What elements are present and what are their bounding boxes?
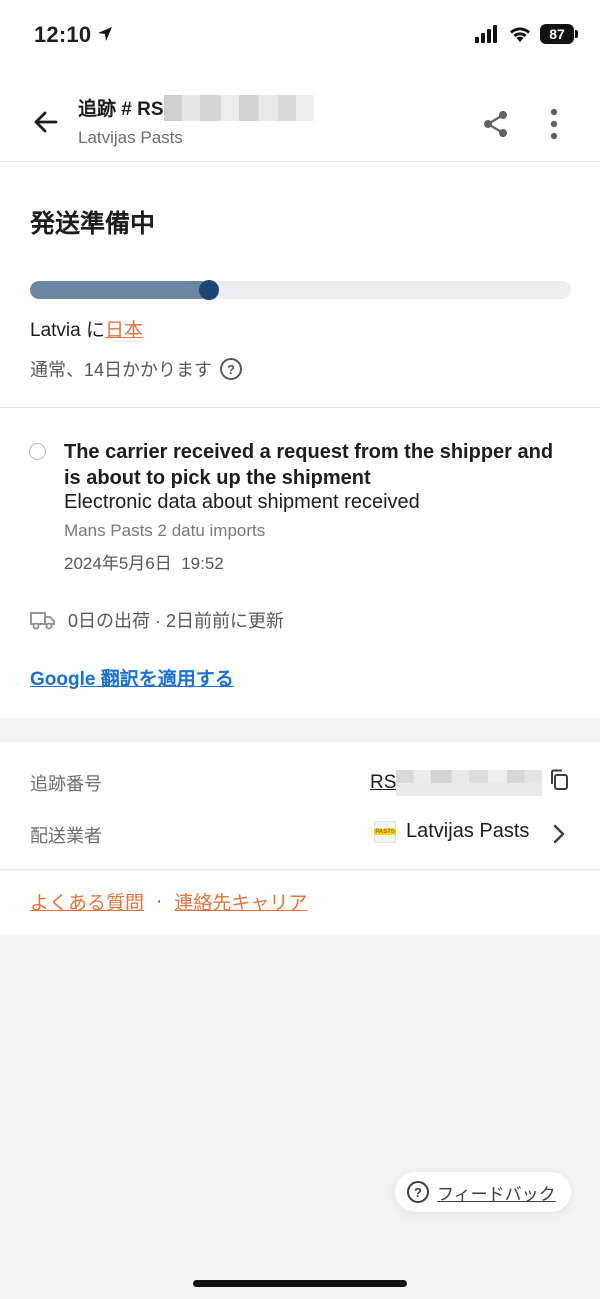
battery-level: 87 bbox=[549, 26, 565, 42]
copy-button[interactable] bbox=[548, 768, 572, 794]
help-links: よくある質問 · 連絡先キャリア bbox=[30, 888, 307, 915]
share-button[interactable] bbox=[476, 104, 516, 144]
shipment-info-section: 追跡番号 RS 配送業者 PASTS Latvijas Pasts bbox=[0, 742, 600, 870]
redacted-tracking-number bbox=[396, 770, 543, 796]
more-vertical-icon bbox=[550, 108, 558, 140]
eta-text: 通常、14日かかります bbox=[30, 360, 213, 380]
carrier-label: 配送業者 bbox=[30, 826, 102, 846]
event-description: Electronic data about shipment received bbox=[64, 491, 420, 513]
carrier-link[interactable]: PASTS Latvijas Pasts bbox=[374, 820, 529, 843]
event-time: 19:52 bbox=[181, 554, 224, 573]
faq-link[interactable]: よくある質問 bbox=[30, 888, 144, 915]
shipment-status-section: 発送準備中 Latvia に日本 通常、14日かかります ? bbox=[0, 162, 600, 408]
back-button[interactable] bbox=[28, 104, 64, 140]
transit-text: 0日の出荷 · 2日前前に更新 bbox=[68, 611, 285, 631]
shipment-status: 発送準備中 bbox=[30, 210, 156, 238]
arrow-left-icon bbox=[34, 111, 58, 133]
carrier-name: Latvijas Pasts bbox=[406, 820, 530, 842]
redacted-tracking-number bbox=[163, 94, 314, 121]
status-indicators: 87 bbox=[474, 24, 578, 44]
chevron-right-icon[interactable] bbox=[552, 824, 566, 844]
status-bar: 12:10 87 bbox=[0, 0, 600, 72]
share-icon bbox=[484, 111, 507, 137]
tracking-events-section: The carrier received a request from the … bbox=[0, 408, 600, 718]
eta-row: 通常、14日かかります ? bbox=[30, 356, 243, 382]
more-options-button[interactable] bbox=[534, 104, 574, 144]
app-screen: 12:10 87 追跡 # RS Latvijas Pasts 発送準備中 La… bbox=[0, 0, 600, 1299]
event-datetime: 2024年5月6日 19:52 bbox=[64, 549, 224, 574]
copy-icon bbox=[551, 769, 568, 790]
battery-indicator: 87 bbox=[540, 24, 578, 44]
tracking-number-label: 追跡番号 bbox=[30, 774, 102, 794]
contact-carrier-link[interactable]: 連絡先キャリア bbox=[174, 888, 307, 915]
location-arrow-icon bbox=[98, 27, 112, 41]
progress-bar bbox=[30, 280, 571, 300]
tracking-number-value[interactable]: RS bbox=[370, 770, 543, 796]
cellular-signal-icon bbox=[475, 25, 497, 43]
transit-info: 0日の出荷 · 2日前前に更新 bbox=[30, 607, 284, 633]
carrier-logo: PASTS bbox=[374, 820, 396, 843]
truck-icon bbox=[30, 612, 55, 630]
origin-country: Latvia bbox=[30, 320, 81, 341]
home-indicator bbox=[193, 1280, 407, 1287]
progress-fill bbox=[30, 281, 209, 299]
translate-link[interactable]: Google 翻訳を適用する bbox=[30, 664, 234, 691]
event-date: 2024年5月6日 bbox=[64, 554, 172, 573]
timeline-dot bbox=[29, 443, 46, 460]
status-time: 12:10 bbox=[34, 22, 92, 47]
tracking-number-prefix: RS bbox=[370, 772, 397, 793]
destination-link[interactable]: 日本 bbox=[105, 320, 143, 341]
help-icon: ? bbox=[407, 1181, 429, 1203]
route-connector: に bbox=[80, 320, 105, 341]
carrier-subtitle: Latvijas Pasts bbox=[78, 128, 183, 147]
help-links-section: よくある質問 · 連絡先キャリア bbox=[0, 871, 600, 935]
event-location: Mans Pasts 2 datu imports bbox=[64, 521, 266, 540]
tracking-title: 追跡 # RS bbox=[78, 99, 164, 120]
feedback-label: フィードバック bbox=[437, 1184, 556, 1204]
help-icon[interactable]: ? bbox=[220, 358, 243, 380]
event-title: The carrier received a request from the … bbox=[64, 441, 554, 489]
page-title: 追跡 # RS bbox=[78, 94, 314, 121]
progress-marker bbox=[198, 280, 219, 300]
feedback-button[interactable]: ? フィードバック bbox=[395, 1172, 571, 1212]
route-text: Latvia に日本 bbox=[30, 315, 143, 342]
app-header: 追跡 # RS Latvijas Pasts bbox=[0, 72, 600, 162]
link-separator: · bbox=[156, 890, 163, 912]
wifi-icon bbox=[510, 27, 530, 42]
